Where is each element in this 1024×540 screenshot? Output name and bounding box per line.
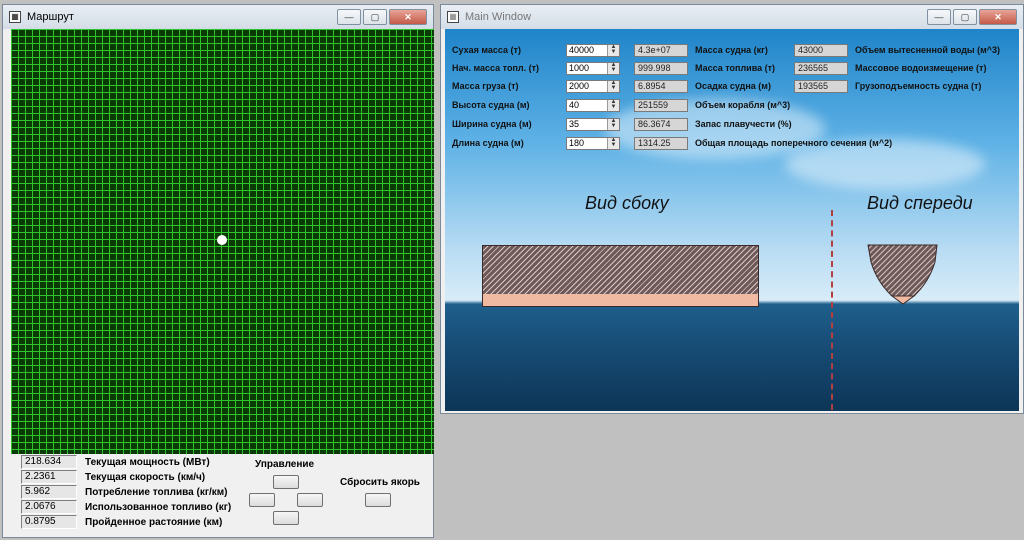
front-view-title: Вид спереди [867,193,973,213]
length-label: Длина судна (м) [452,138,524,148]
dry-mass-label: Сухая масса (т) [452,45,521,55]
cross-section-label: Общая площадь поперечного сечения (м^2) [695,138,893,148]
length-value: 180 [569,138,585,148]
draft-label: Осадка судна (м) [695,81,771,91]
capacity-output: 193565 [794,80,848,93]
route-titlebar[interactable]: ▦ Маршрут — ▢ ✕ [3,5,433,29]
fuel-mass-output: 999.998 [634,62,688,75]
app-icon: ▦ [447,11,459,23]
displaced-volume-output: 43000 [794,44,848,57]
main-window: ▦ Main Window — ▢ ✕ Сухая масса (т) 4000… [440,4,1024,414]
ship-mass-label: Масса судна (кг) [695,45,768,55]
displacement-label: Массовое водоизмещение (т) [855,63,987,73]
fuel-mass-label: Нач. масса топл. (т) [452,63,540,73]
route-window: ▦ Маршрут — ▢ ✕ 218.634 Текущая мощность… [2,4,434,538]
spin-arrows-icon[interactable]: ▲ ▼ [607,80,619,92]
spin-arrows-icon[interactable]: ▲ ▼ [607,44,619,56]
hull-front-shape [867,244,938,297]
fuel-mass-spinbox[interactable]: 1000 ▲ ▼ [566,62,620,75]
control-up-button[interactable] [273,475,299,489]
control-left-button[interactable] [249,493,275,507]
view-separator [831,210,833,410]
capacity-label: Грузоподъемность судна (т) [855,81,982,91]
cross-section-output: 1314.25 [634,137,688,150]
stat-distance-value: 0.8795 [21,515,77,529]
close-button[interactable]: ✕ [979,9,1017,25]
stat-speed-label: Текущая скорость (км/ч) [85,472,206,483]
cargo-mass-value: 2000 [569,81,590,91]
width-spinbox[interactable]: 35 ▲ ▼ [566,118,620,131]
app-icon: ▦ [9,11,21,23]
stat-power-label: Текущая мощность (МВт) [85,457,210,468]
length-spinbox[interactable]: 180 ▲ ▼ [566,137,620,150]
draft-output: 6.8954 [634,80,688,93]
dry-mass-value: 40000 [569,45,595,55]
displaced-volume-label: Объем вытесненной воды (м^3) [855,45,1001,55]
hull-front-view [867,244,938,305]
stat-consumption-value: 5.962 [21,485,77,499]
spin-arrows-icon[interactable]: ▲ ▼ [607,118,619,130]
width-label: Ширина судна (м) [452,119,532,129]
volume-label: Объем корабля (м^3) [695,100,791,110]
minimize-button[interactable]: — [337,9,361,25]
height-spinbox[interactable]: 40 ▲ ▼ [566,99,620,112]
main-titlebar[interactable]: ▦ Main Window — ▢ ✕ [441,5,1023,29]
control-down-button[interactable] [273,511,299,525]
volume-output: 251559 [634,99,688,112]
hull-side-view [482,245,759,307]
cargo-mass-spinbox[interactable]: 2000 ▲ ▼ [566,80,620,93]
minimize-button[interactable]: — [927,9,951,25]
fuel-mass-output-label: Масса топлива (т) [695,63,776,73]
maximize-button[interactable]: ▢ [953,9,977,25]
stat-distance-label: Пройденное растояние (км) [85,517,223,528]
hull-underwater-part [483,294,758,306]
stat-fuel-used-label: Использованное топливо (кг) [85,502,232,513]
control-right-button[interactable] [297,493,323,507]
stat-consumption-label: Потребление топлива (кг/км) [85,487,228,498]
cargo-mass-label: Масса груза (т) [452,81,519,91]
control-label: Управление [255,459,315,470]
stat-power-value: 218.634 [21,455,77,469]
maximize-button[interactable]: ▢ [363,9,387,25]
height-label: Высота судна (м) [452,100,530,110]
route-window-title: Маршрут [27,11,74,23]
width-value: 35 [569,119,580,129]
fuel-mass-value: 1000 [569,63,590,73]
stat-speed-value: 2.2361 [21,470,77,484]
ship-position-marker [217,235,227,245]
stat-fuel-used-value: 2.0676 [21,500,77,514]
close-button[interactable]: ✕ [389,9,427,25]
spin-arrows-icon[interactable]: ▲ ▼ [607,137,619,149]
spin-arrows-icon[interactable]: ▲ ▼ [607,99,619,111]
hull-front-keel [890,295,916,305]
buoyancy-output: 86.3674 [634,118,688,131]
dry-mass-spinbox[interactable]: 40000 ▲ ▼ [566,44,620,57]
buoyancy-label: Запас плавучести (%) [695,119,792,129]
ship-mass-output: 4.3e+07 [634,44,688,57]
ship-scene: Сухая масса (т) 40000 ▲ ▼ 4.3e+07 Нач. мас… [445,29,1019,411]
main-window-title: Main Window [465,11,532,23]
displacement-output: 236565 [794,62,848,75]
drop-anchor-button[interactable] [365,493,391,507]
height-value: 40 [569,100,580,110]
route-map-grid[interactable] [11,29,434,454]
anchor-label: Сбросить якорь [340,477,420,488]
spin-arrows-icon[interactable]: ▲ ▼ [607,62,619,74]
side-view-title: Вид сбоку [585,193,669,213]
